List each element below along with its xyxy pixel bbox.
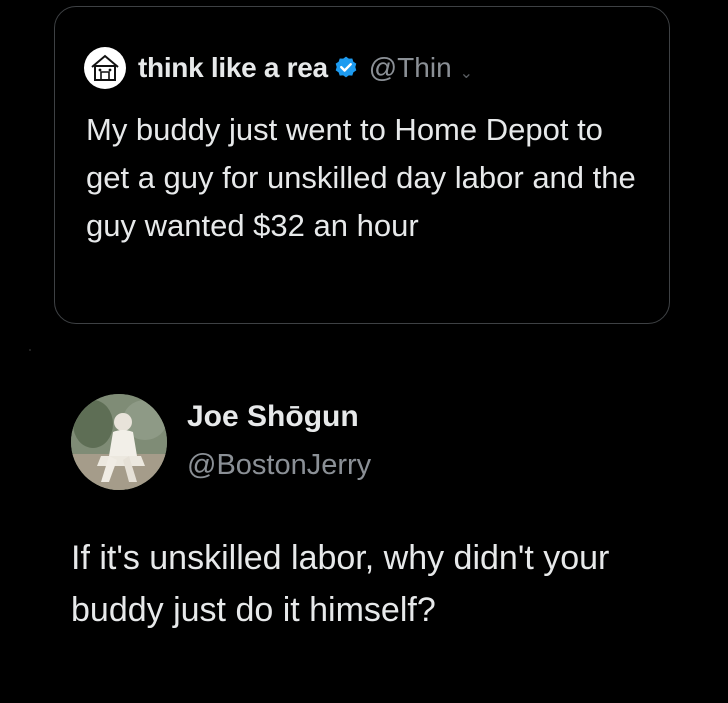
quoted-author-avatar[interactable] — [84, 47, 126, 89]
verified-badge-icon — [333, 55, 359, 81]
quoted-tweet-text: My buddy just went to Home Depot to get … — [86, 112, 636, 243]
reply-author-name[interactable]: Joe Shōgun — [187, 400, 359, 434]
quoted-tweet-card[interactable]: think like a rea @Thin ⌄ My buddy just w… — [54, 6, 670, 324]
reply-author-handle[interactable]: @BostonJerry — [187, 449, 371, 482]
quoted-author-name[interactable]: think like a rea — [138, 52, 328, 84]
reply-tweet-text: If it's unskilled labor, why didn't your… — [71, 539, 610, 629]
quoted-tweet-header: think like a rea @Thin ⌄ — [84, 45, 473, 91]
truncation-mark-icon: ⌄ — [459, 65, 474, 82]
divider-dot — [29, 349, 31, 351]
quoted-author-handle[interactable]: @Thin — [369, 52, 452, 84]
reply-author-avatar[interactable] — [71, 394, 167, 490]
avatar-photo-icon — [71, 394, 167, 490]
house-logo-icon — [91, 54, 119, 81]
